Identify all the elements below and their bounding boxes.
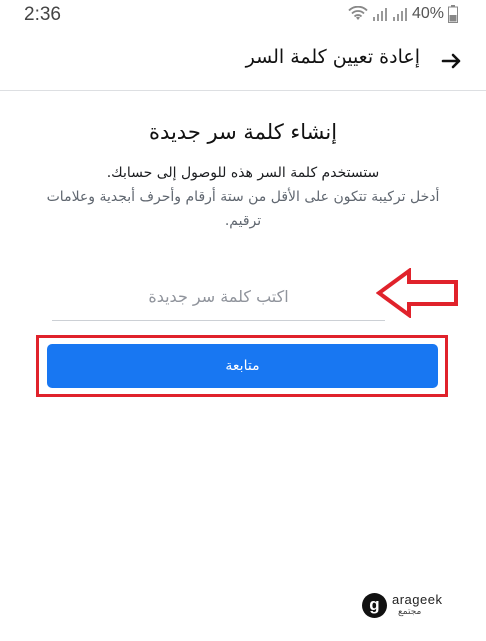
description-line-1: ستستخدم كلمة السر هذه للوصول إلى حسابك.	[106, 165, 380, 181]
battery-icon	[448, 5, 458, 23]
continue-button[interactable]: متابعة	[47, 344, 438, 388]
form-description: ستستخدم كلمة السر هذه للوصول إلى حسابك. …	[40, 161, 446, 233]
new-password-input[interactable]	[52, 273, 385, 321]
status-time: 2:36	[24, 4, 61, 25]
battery-percent: 40%	[411, 5, 444, 22]
page-title: إعادة تعيين كلمة السر	[245, 46, 420, 68]
arageek-logo: g arageek مجتمع	[362, 592, 458, 622]
arageek-logo-text-ar: مجتمع	[398, 607, 422, 617]
status-icons: 40%	[348, 5, 458, 23]
signal-icon	[372, 8, 387, 21]
signal-icon	[392, 8, 407, 21]
app-bar: إعادة تعيين كلمة السر	[0, 30, 486, 91]
arageek-logo-icon: g	[362, 593, 387, 618]
description-line-2: أدخل تركيبة تتكون على الأقل من ستة أرقام…	[46, 189, 440, 229]
arrow-right-icon[interactable]	[440, 49, 464, 73]
form-heading: إنشاء كلمة سر جديدة	[148, 120, 338, 144]
annotation-arrow-icon	[376, 268, 458, 318]
status-bar: 2:36 40%	[0, 0, 486, 30]
arageek-logo-text: arageek	[392, 592, 443, 607]
wifi-icon	[348, 6, 368, 20]
